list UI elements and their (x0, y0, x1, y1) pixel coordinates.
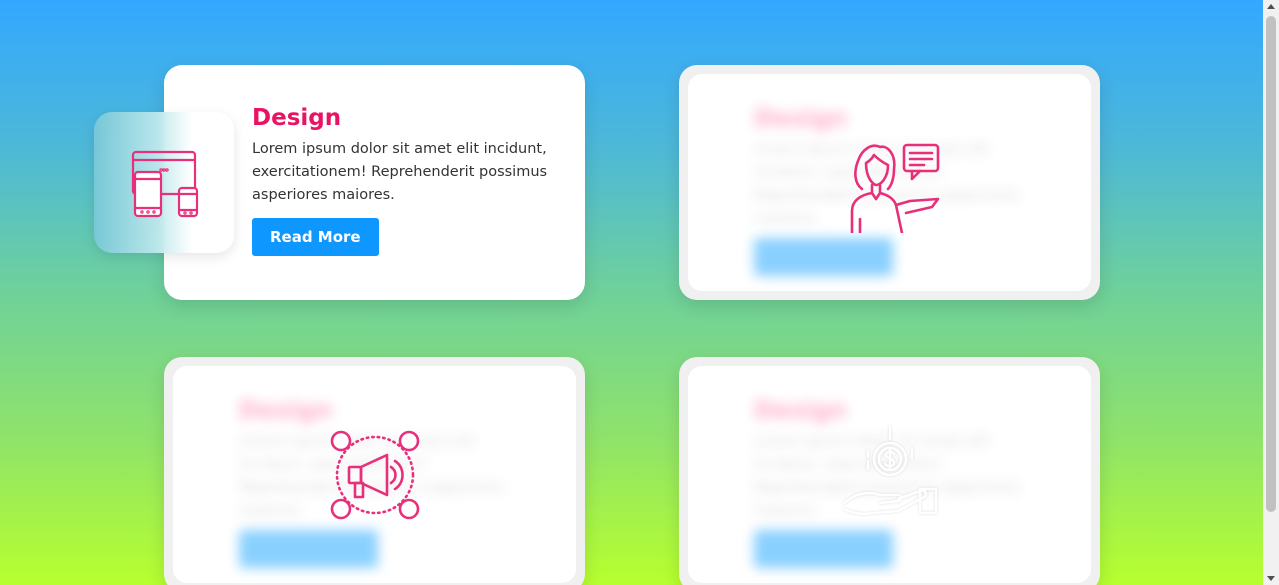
scrollbar-thumb[interactable] (1266, 16, 1276, 512)
support-agent-icon (850, 143, 939, 233)
card-content: Design Lorem ipsum dolor sit amet elit i… (252, 105, 572, 256)
card-description: Lorem ipsum dolor sit amet elit incidunt… (252, 141, 548, 203)
card-inner: Design Lorem ipsum dolor sit amet elit i… (688, 366, 1091, 583)
read-more-button: Read More (239, 530, 378, 568)
card-inner: Design Lorem ipsum dolor sit amet elit i… (173, 366, 576, 583)
devices-icon (131, 150, 199, 217)
card-title: Design (754, 396, 847, 424)
service-card-3[interactable]: Design Lorem ipsum dolor sit amet elit i… (164, 357, 585, 585)
read-more-button: Read More (754, 238, 893, 276)
read-more-button: Read More (754, 530, 893, 568)
vertical-scrollbar[interactable] (1263, 0, 1279, 585)
megaphone-network-icon (330, 430, 419, 519)
read-more-button[interactable]: Read More (252, 218, 379, 256)
page-background: Design Lorem ipsum dolor sit amet elit i… (0, 0, 1263, 585)
money-hand-icon (842, 425, 937, 515)
service-card-2[interactable]: Design Lorem ipsum dolor sit amet elit i… (679, 65, 1100, 300)
service-card-4[interactable]: Design Lorem ipsum dolor sit amet elit i… (679, 357, 1100, 585)
scroll-down-arrow-icon[interactable] (1267, 576, 1275, 581)
scroll-up-arrow-icon[interactable] (1267, 4, 1275, 9)
card-title: Design (252, 105, 342, 131)
card-icon-box (94, 112, 234, 253)
card-inner: Design Lorem ipsum dolor sit amet elit i… (688, 74, 1091, 291)
card-title: Design (754, 104, 847, 132)
card-title: Design (239, 396, 332, 424)
